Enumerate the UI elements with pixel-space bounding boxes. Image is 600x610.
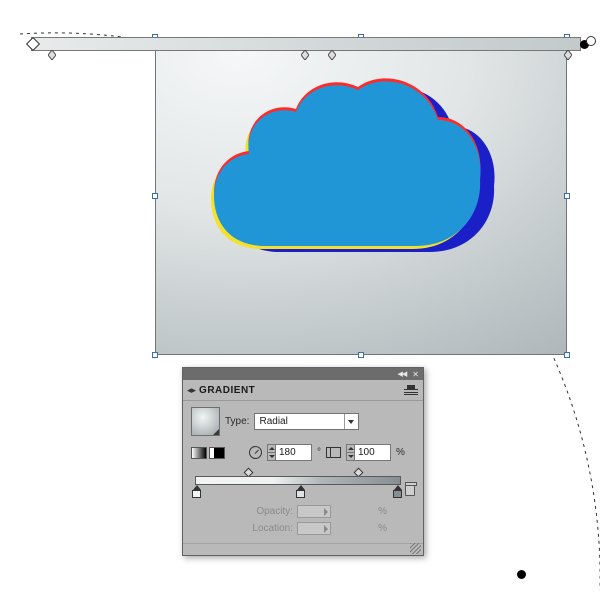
color-stop-2[interactable] bbox=[296, 485, 305, 498]
collapse-icon[interactable]: ◀◀ bbox=[398, 370, 407, 378]
location-label: Location: bbox=[241, 523, 293, 534]
chevron-down-icon bbox=[344, 414, 356, 429]
aspect-unit: % bbox=[396, 447, 405, 458]
angle-value: 180 bbox=[279, 447, 296, 458]
type-value: Radial bbox=[259, 416, 287, 427]
gradient-annotator-bar[interactable] bbox=[31, 37, 581, 51]
selection-handle-bm[interactable] bbox=[358, 352, 364, 358]
angle-spinner[interactable] bbox=[267, 444, 276, 461]
gradient-swatch[interactable] bbox=[191, 407, 220, 436]
gradient-panel: ◀◀ ✕ ◂▸ GRADIENT Type: Radial bbox=[182, 367, 424, 556]
arc-end-handle[interactable] bbox=[517, 570, 526, 579]
cloud-shape[interactable] bbox=[200, 76, 490, 268]
trash-icon[interactable] bbox=[405, 484, 415, 496]
panel-titlebar[interactable]: ◀◀ ✕ bbox=[183, 368, 423, 380]
color-stop-1[interactable] bbox=[192, 485, 201, 498]
panel-header[interactable]: ◂▸ GRADIENT bbox=[183, 380, 423, 401]
gradient-fill-icon[interactable] bbox=[191, 447, 207, 459]
location-unit: % bbox=[335, 523, 387, 534]
reverse-gradient-icon[interactable] bbox=[209, 447, 225, 459]
selection-handle-ml[interactable] bbox=[152, 193, 158, 199]
flyout-menu-icon[interactable] bbox=[404, 385, 418, 395]
panel-title-label: GRADIENT bbox=[199, 385, 255, 396]
gradient-slider[interactable] bbox=[191, 469, 415, 501]
opacity-label: Opacity: bbox=[241, 506, 293, 517]
selection-handle-bl[interactable] bbox=[152, 352, 158, 358]
annotator-stop-4[interactable] bbox=[564, 47, 572, 57]
aspect-ratio-icon bbox=[326, 447, 341, 458]
annotator-stop-1[interactable] bbox=[48, 47, 56, 57]
type-dropdown[interactable]: Radial bbox=[254, 413, 359, 430]
selection-handle-mr[interactable] bbox=[564, 193, 570, 199]
disclosure-icon[interactable]: ◂▸ bbox=[187, 385, 196, 396]
aspect-value: 100 bbox=[358, 447, 375, 458]
gradient-ramp[interactable] bbox=[195, 476, 401, 485]
angle-field[interactable]: 180 bbox=[267, 444, 312, 461]
selection-handle-br[interactable] bbox=[564, 352, 570, 358]
opacity-unit: % bbox=[335, 506, 387, 517]
aspect-spinner[interactable] bbox=[346, 444, 355, 461]
type-label: Type: bbox=[225, 416, 249, 427]
color-stop-3[interactable] bbox=[393, 485, 402, 498]
panel-resize-grip[interactable] bbox=[183, 543, 423, 555]
close-icon[interactable]: ✕ bbox=[412, 370, 419, 379]
aspect-field[interactable]: 100 bbox=[346, 444, 391, 461]
location-field bbox=[297, 522, 331, 535]
gradient-origin-handle[interactable] bbox=[26, 37, 40, 51]
angle-icon bbox=[249, 446, 262, 459]
angle-unit: ° bbox=[317, 447, 321, 458]
gradient-end-ring[interactable] bbox=[586, 36, 596, 46]
annotator-stop-3[interactable] bbox=[328, 47, 336, 57]
opacity-field bbox=[297, 505, 331, 518]
annotator-stop-2[interactable] bbox=[301, 47, 309, 57]
